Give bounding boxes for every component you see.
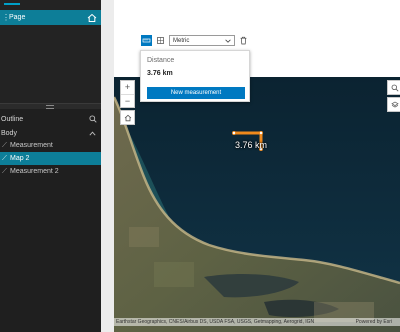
area-icon xyxy=(157,37,164,44)
left-panel: ⋮ Page Outline Body ⟋ Measurement ⟋ Map … xyxy=(0,0,101,332)
distance-label: Distance xyxy=(147,57,175,64)
zoom-in-button[interactable]: + xyxy=(121,81,134,94)
widget-icon: ⟋ xyxy=(2,154,7,162)
powered-by-link[interactable]: Powered by Esri xyxy=(356,318,392,326)
drag-handle-icon[interactable]: ⋮ xyxy=(2,13,10,23)
page-item[interactable]: ⋮ Page xyxy=(0,10,101,25)
map-attribution: Earthstar Geographics, CNES/Airbus DS, U… xyxy=(114,318,400,326)
map-home-button[interactable] xyxy=(120,110,135,125)
distance-icon xyxy=(142,38,151,43)
panel-divider xyxy=(101,0,114,332)
chevron-down-icon xyxy=(225,39,231,43)
outline-body-header[interactable]: Body xyxy=(0,127,101,139)
pages-tab-indicator xyxy=(4,3,20,5)
measurement-result-card: Distance 3.76 km New measurement xyxy=(140,50,250,102)
home-icon xyxy=(124,114,131,121)
outline-item-label: Measurement xyxy=(10,142,53,149)
satellite-basemap xyxy=(114,77,400,332)
outline-header: Outline xyxy=(0,113,101,125)
outline-item-label: Measurement 2 xyxy=(10,168,59,175)
measurement-map-label: 3.76 km xyxy=(235,140,268,150)
splitter-grip-icon[interactable] xyxy=(46,105,54,109)
area-tool-button[interactable] xyxy=(155,35,166,46)
zoom-control: + − xyxy=(120,80,135,108)
unit-select[interactable]: Metric xyxy=(169,35,235,46)
layers-icon xyxy=(390,101,399,108)
map-search-button[interactable] xyxy=(387,80,400,95)
map-view[interactable]: Earthstar Geographics, CNES/Airbus DS, U… xyxy=(114,77,400,332)
distance-tool-button[interactable] xyxy=(141,35,152,46)
panel-splitter[interactable] xyxy=(0,103,101,109)
widget-icon: ⟋ xyxy=(2,167,7,175)
layer-list-button[interactable] xyxy=(387,97,400,112)
unit-select-value: Metric xyxy=(173,37,190,44)
outline-title: Outline xyxy=(1,115,24,123)
search-icon[interactable] xyxy=(89,115,97,123)
measurement-toolbar: Metric xyxy=(141,33,251,48)
outline-item-map-2[interactable]: ⟋ Map 2 xyxy=(0,152,101,165)
home-icon[interactable] xyxy=(86,12,98,24)
zoom-out-button[interactable]: − xyxy=(121,94,134,108)
attribution-text: Earthstar Geographics, CNES/Airbus DS, U… xyxy=(116,319,315,325)
search-icon xyxy=(391,84,398,91)
widget-icon: ⟋ xyxy=(2,141,7,149)
chevron-up-icon[interactable] xyxy=(89,131,96,136)
page-item-label: Page xyxy=(9,14,26,21)
outline-item-measurement-2[interactable]: ⟋ Measurement 2 xyxy=(0,165,101,178)
distance-value: 3.76 km xyxy=(147,70,173,77)
pages-section: ⋮ Page xyxy=(0,0,101,103)
clear-measurement-button[interactable] xyxy=(238,35,249,46)
outline-item-measurement[interactable]: ⟋ Measurement xyxy=(0,139,101,152)
new-measurement-button[interactable]: New measurement xyxy=(147,87,245,99)
outline-item-label: Map 2 xyxy=(10,155,30,162)
trash-icon xyxy=(240,36,247,45)
outline-body-label: Body xyxy=(1,129,17,137)
